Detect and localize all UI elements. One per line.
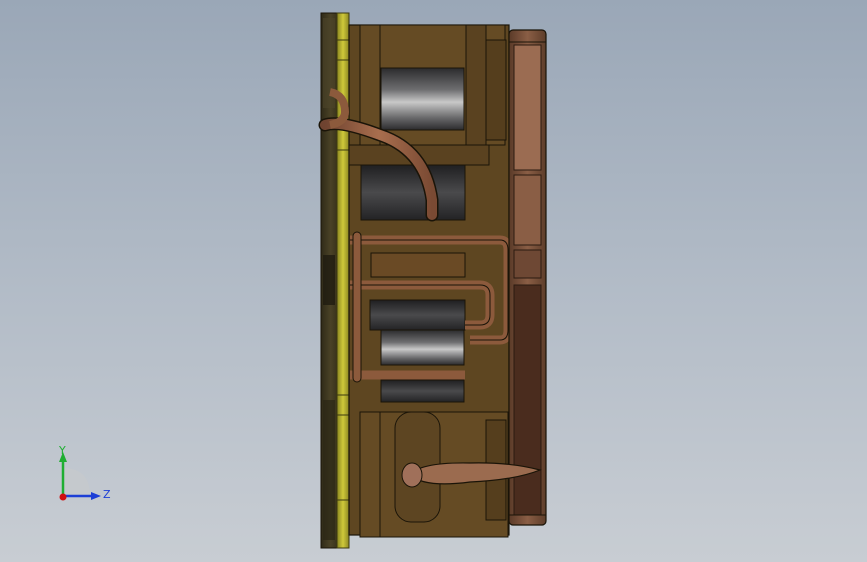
z-axis-label: Z (103, 488, 111, 501)
end-cap-plate (508, 29, 547, 526)
y-axis-label: Y (58, 444, 66, 457)
origin-dot (59, 493, 67, 501)
graphics-viewport[interactable]: Y Z (0, 0, 867, 562)
z-axis-arrow-icon (91, 492, 101, 500)
cad-model-section-view[interactable] (0, 0, 867, 562)
triad-quadrant (63, 468, 90, 496)
upper-magnet-core (380, 67, 465, 131)
coordinate-triad[interactable]: Y Z (50, 440, 120, 510)
